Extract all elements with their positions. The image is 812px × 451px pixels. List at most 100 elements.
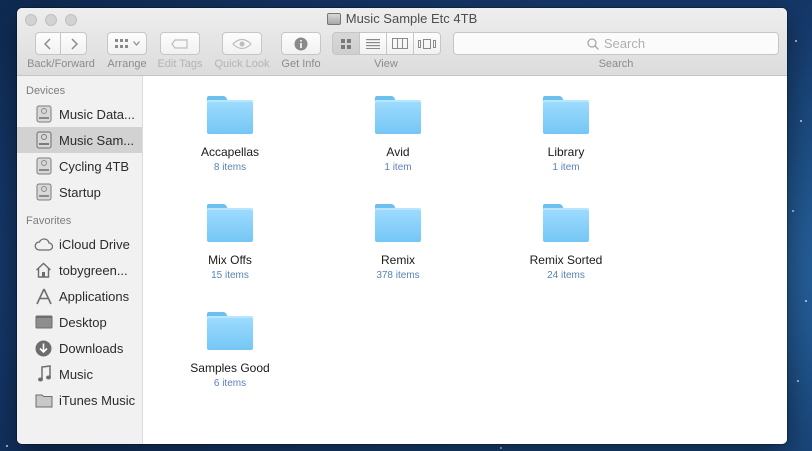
folder-icon bbox=[207, 312, 253, 350]
sidebar-item-label: iTunes Music bbox=[59, 392, 136, 408]
window-title: Music Sample Etc 4TB bbox=[17, 11, 787, 26]
sidebar-item-home[interactable]: tobygreen... bbox=[17, 257, 142, 283]
sidebar-item-label: Downloads bbox=[59, 340, 124, 356]
cloud-icon bbox=[34, 235, 53, 254]
view-group: View bbox=[330, 32, 442, 70]
folder-icon bbox=[543, 204, 589, 242]
edit-tags-group: Edit Tags bbox=[153, 32, 207, 70]
folder-item-samples-good[interactable]: Samples Good 6 items bbox=[170, 312, 290, 389]
sidebar-item-applications[interactable]: Applications bbox=[17, 283, 142, 309]
hard-drive-icon bbox=[34, 157, 53, 176]
favorites-header: Favorites bbox=[26, 215, 72, 227]
folder-icon bbox=[207, 96, 253, 134]
icon-view-icon bbox=[340, 38, 351, 49]
devices-header: Devices bbox=[26, 85, 66, 97]
get-info-group: Get Info bbox=[279, 32, 323, 70]
folder-item-mix-offs[interactable]: Mix Offs 15 items bbox=[170, 204, 290, 281]
sidebar-item-label: Music bbox=[59, 366, 93, 382]
downloads-icon bbox=[34, 339, 53, 358]
edit-tags-label: Edit Tags bbox=[157, 58, 203, 70]
folder-icon bbox=[543, 96, 589, 134]
music-icon bbox=[34, 365, 53, 384]
grid-icon bbox=[114, 38, 128, 48]
back-button[interactable] bbox=[35, 32, 61, 55]
search-icon bbox=[587, 37, 599, 50]
folder-name: Remix bbox=[380, 253, 415, 267]
eye-icon bbox=[232, 38, 252, 49]
column-view-button[interactable] bbox=[385, 32, 414, 55]
chevron-right-icon bbox=[70, 37, 78, 50]
applications-icon bbox=[34, 287, 53, 306]
folder-item-remix-sorted[interactable]: Remix Sorted 24 items bbox=[506, 204, 626, 281]
search-placeholder: Search bbox=[603, 36, 646, 51]
folder-item-count: 8 items bbox=[213, 162, 247, 173]
quick-look-button[interactable] bbox=[222, 32, 262, 55]
folder-name: Mix Offs bbox=[208, 253, 252, 267]
sidebar-item-downloads[interactable]: Downloads bbox=[17, 335, 142, 361]
home-icon bbox=[34, 261, 53, 280]
arrange-label: Arrange bbox=[107, 58, 147, 70]
sidebar-item-icloud-drive[interactable]: iCloud Drive bbox=[17, 231, 142, 257]
info-icon bbox=[294, 37, 308, 50]
folder-item-accapellas[interactable]: Accapellas 8 items bbox=[170, 96, 290, 173]
view-label: View bbox=[374, 58, 398, 70]
folder-icon bbox=[207, 204, 253, 242]
edit-tags-button[interactable] bbox=[160, 32, 200, 55]
finder-window: Music Sample Etc 4TB Back/Forward Arrang… bbox=[17, 8, 787, 444]
list-view-button[interactable] bbox=[358, 32, 387, 55]
sidebar-item-startup[interactable]: Startup bbox=[17, 179, 142, 205]
arrange-group: Arrange bbox=[105, 32, 149, 70]
folder-icon bbox=[375, 96, 421, 134]
forward-button[interactable] bbox=[60, 32, 87, 55]
hard-drive-icon bbox=[326, 12, 341, 25]
folder-item-avid[interactable]: Avid 1 item bbox=[338, 96, 458, 173]
back-forward-label: Back/Forward bbox=[27, 58, 95, 70]
hard-drive-icon bbox=[34, 183, 53, 202]
sidebar-item-label: Cycling 4TB bbox=[59, 158, 130, 174]
cover-flow-view-button[interactable] bbox=[412, 32, 441, 55]
folder-item-count: 1 item bbox=[552, 162, 580, 173]
sidebar-item-cycling-4tb[interactable]: Cycling 4TB bbox=[17, 153, 142, 179]
sidebar-item-label: Startup bbox=[59, 184, 101, 200]
cover-flow-icon bbox=[417, 38, 436, 49]
quick-look-group: Quick Look bbox=[213, 32, 271, 70]
tag-icon bbox=[171, 38, 188, 49]
sidebar-item-label: iCloud Drive bbox=[59, 236, 130, 252]
sidebar-item-label: tobygreen... bbox=[59, 262, 128, 278]
folder-item-library[interactable]: Library 1 item bbox=[506, 96, 626, 173]
back-forward-group: Back/Forward bbox=[25, 32, 97, 70]
search-field[interactable]: Search bbox=[453, 32, 779, 55]
desktop-icon bbox=[34, 313, 53, 332]
chevron-left-icon bbox=[44, 37, 51, 50]
folder-name: Library bbox=[547, 145, 585, 159]
folder-item-count: 378 items bbox=[376, 270, 420, 281]
folder-item-remix[interactable]: Remix 378 items bbox=[338, 204, 458, 281]
folder-icon bbox=[34, 391, 53, 410]
icon-view-button[interactable] bbox=[331, 32, 360, 55]
folder-name: Remix Sorted bbox=[529, 253, 603, 267]
get-info-button[interactable] bbox=[281, 32, 321, 55]
window-title-text: Music Sample Etc 4TB bbox=[345, 11, 478, 26]
sidebar-item-music[interactable]: Music bbox=[17, 361, 142, 387]
sidebar-item-desktop[interactable]: Desktop bbox=[17, 309, 142, 335]
sidebar-item-music-data[interactable]: Music Data... bbox=[17, 101, 142, 127]
chevron-down-icon bbox=[132, 41, 140, 46]
folder-icon bbox=[375, 204, 421, 242]
sidebar-item-itunes-music[interactable]: iTunes Music bbox=[17, 387, 142, 413]
sidebar-item-label: Desktop bbox=[59, 314, 107, 330]
toolbar: Music Sample Etc 4TB Back/Forward Arrang… bbox=[17, 8, 787, 76]
folder-name: Avid bbox=[386, 145, 410, 159]
folder-item-count: 15 items bbox=[211, 270, 249, 281]
folder-name: Accapellas bbox=[200, 145, 260, 159]
folder-name: Samples Good bbox=[190, 361, 270, 375]
search-label: Search bbox=[598, 58, 634, 70]
folder-item-count: 1 item bbox=[384, 162, 412, 173]
hard-drive-icon bbox=[34, 131, 53, 150]
sidebar: Devices Music Data... Music Sam... Cycli… bbox=[17, 76, 143, 444]
sidebar-item-music-sample[interactable]: Music Sam... bbox=[17, 127, 142, 153]
sidebar-item-label: Music Data... bbox=[59, 106, 135, 122]
quick-look-label: Quick Look bbox=[214, 58, 270, 70]
arrange-button[interactable] bbox=[107, 32, 147, 55]
folder-item-count: 24 items bbox=[547, 270, 585, 281]
folder-item-count: 6 items bbox=[213, 378, 247, 389]
